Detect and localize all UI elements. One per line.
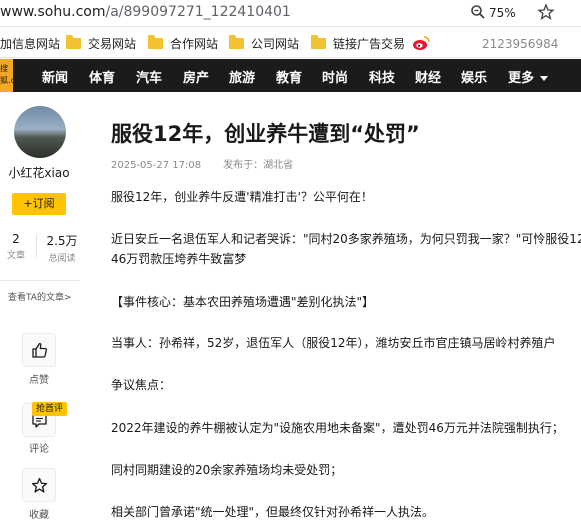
bookmark-folder[interactable]: 链接广告交易 <box>311 35 405 52</box>
url-host: www.sohu.com <box>0 4 106 20</box>
folder-icon <box>229 35 244 49</box>
site-logo[interactable]: 搜狐.com <box>0 59 13 92</box>
nav-item-entertainment[interactable]: 娱乐 <box>461 67 487 86</box>
zoom-level: 75% <box>489 6 516 20</box>
nav-item-auto[interactable]: 汽车 <box>136 67 162 86</box>
follow-button[interactable]: +订阅 <box>12 193 66 215</box>
author-avatar[interactable] <box>14 106 66 158</box>
caret-down-icon <box>540 76 549 81</box>
weibo-icon[interactable] <box>412 35 430 51</box>
article-paragraph: 2022年建设的养牛棚被认定为"设施农用地未备案"，遭处罚46万元并法院强制执行… <box>111 421 564 435</box>
publish-date: 2025-05-27 17:08 <box>111 160 202 171</box>
bookmark-star-icon[interactable] <box>537 3 555 21</box>
nav-item-sports[interactable]: 体育 <box>89 67 115 86</box>
zoom-icon[interactable] <box>470 4 486 20</box>
nav-item-more[interactable]: 更多 <box>508 67 549 86</box>
article-paragraph: 46万罚款压垮养牛致富梦 <box>111 252 247 266</box>
article-paragraph: 当事人：孙希祥，52岁，退伍军人（服役12年），潍坊安丘市官庄镇马居岭村养殖户 <box>111 336 556 350</box>
url-field[interactable]: www.sohu.com/a/899097271_122410401 <box>0 4 291 20</box>
favorite-button[interactable] <box>22 468 56 502</box>
publish-location: 发布于：湖北省 <box>223 160 294 171</box>
nav-item-tech[interactable]: 科技 <box>369 67 395 86</box>
like-label: 点赞 <box>29 375 49 386</box>
article-paragraph: 近日安丘一名退伍军人和记者哭诉："同村20多家养殖场，为何只罚我一家？"可怜服役… <box>111 232 581 246</box>
see-author-articles-link[interactable]: 查看TA的文章> <box>0 280 80 303</box>
bookmarks-bar: 加信息网站 交易网站 合作网站 公司网站 链接广告交易 2123956984 <box>0 28 581 58</box>
bookmark-folder[interactable]: 合作网站 <box>148 35 218 52</box>
article-paragraph: 同村同期建设的20余家养殖场均未受处罚； <box>111 463 343 477</box>
divider <box>36 234 37 258</box>
thumbs-up-icon <box>32 342 47 358</box>
nav-item-finance[interactable]: 财经 <box>415 67 441 86</box>
article-meta: 2025-05-27 17:08 发布于：湖北省 <box>111 156 293 171</box>
folder-icon <box>148 35 163 49</box>
folder-icon <box>311 35 326 49</box>
comment-label: 评论 <box>29 444 49 455</box>
bookmark-number: 2123956984 <box>482 37 559 51</box>
star-icon <box>31 477 48 493</box>
article-paragraph: 【事件核心：基本农田养殖场遭遇"差别化执法"】 <box>111 295 375 309</box>
article-paragraph: 争议焦点： <box>111 378 172 392</box>
author-name[interactable]: 小红花xiao <box>0 164 78 181</box>
address-bar[interactable]: www.sohu.com/a/899097271_122410401 75% <box>0 0 581 27</box>
first-comment-badge: 抢首评 <box>32 402 68 416</box>
stat-reads: 2.5万 总阅读 <box>46 234 78 264</box>
nav-item-news[interactable]: 新闻 <box>42 67 68 86</box>
nav-item-house[interactable]: 房产 <box>183 67 209 86</box>
folder-icon <box>66 35 81 49</box>
stat-articles: 2 文章 <box>6 232 25 261</box>
article-paragraph: 相关部门曾承诺"统一处理"，但最终仅针对孙希祥一人执法。 <box>111 505 435 519</box>
bookmark-folder[interactable]: 交易网站 <box>66 35 136 52</box>
favorite-label: 收藏 <box>29 510 49 521</box>
article-paragraph: 服役12年，创业养牛反遭'精准打击'？公平何在！ <box>111 190 373 204</box>
nav-item-fashion[interactable]: 时尚 <box>322 67 348 86</box>
nav-item-travel[interactable]: 旅游 <box>229 67 255 86</box>
site-nav: 搜狐.com 新闻 体育 汽车 房产 旅游 教育 时尚 科技 财经 娱乐 更多 <box>0 59 581 92</box>
bookmark-item[interactable]: 加信息网站 <box>0 35 60 52</box>
bookmark-folder[interactable]: 公司网站 <box>229 35 299 52</box>
article-title: 服役12年，创业养牛遭到“处罚” <box>111 122 420 146</box>
nav-item-education[interactable]: 教育 <box>276 67 302 86</box>
like-button[interactable] <box>22 333 56 367</box>
url-path: /a/899097271_122410401 <box>105 4 291 20</box>
